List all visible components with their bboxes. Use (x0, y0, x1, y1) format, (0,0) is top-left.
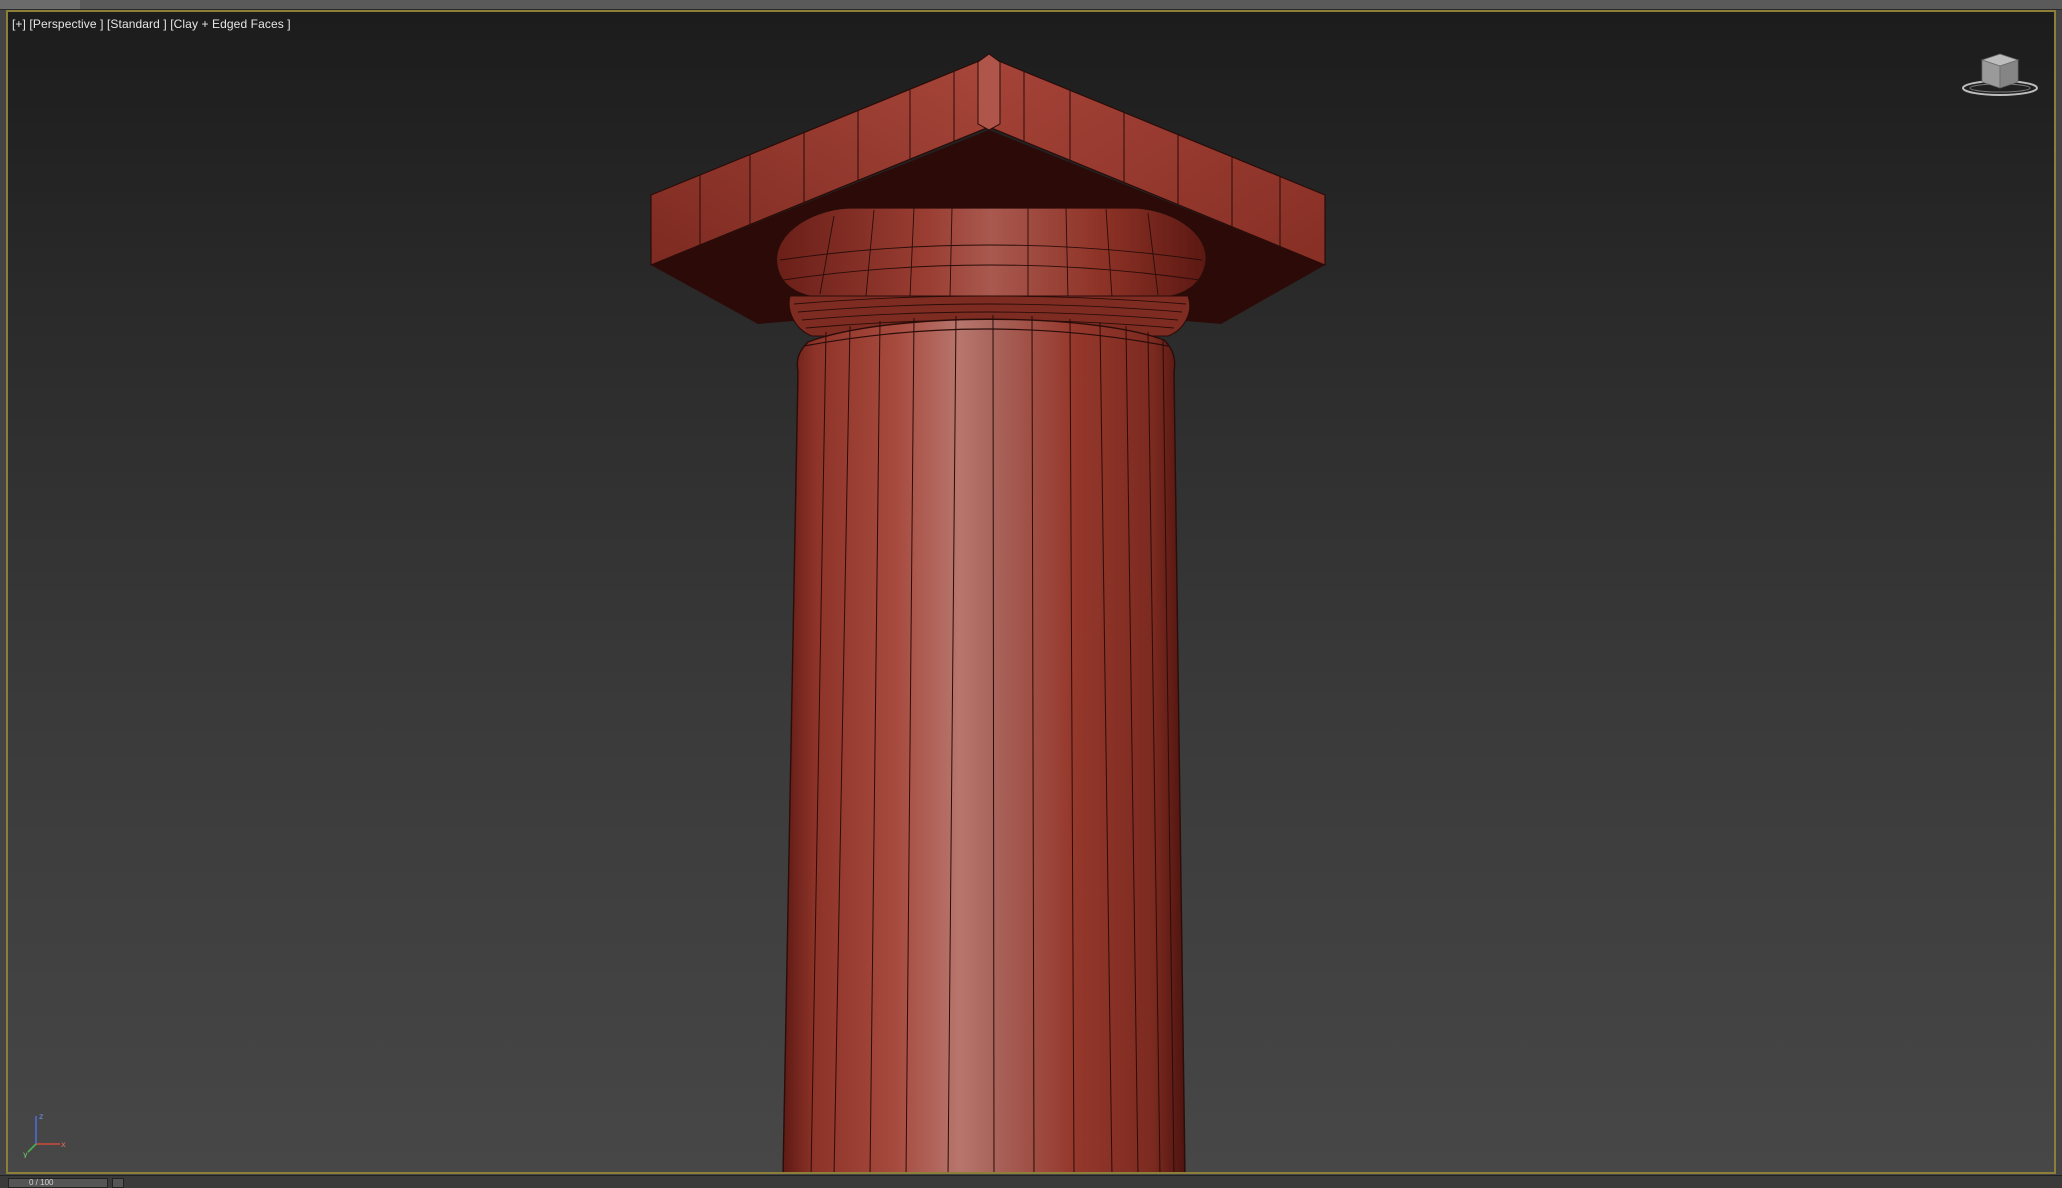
axis-tripod-icon: z x y (23, 1112, 66, 1158)
top-toolbar-strip (0, 0, 2062, 10)
column-shaft (782, 318, 1186, 1172)
time-slider-next-button[interactable] (112, 1178, 124, 1188)
viewcube-icon[interactable] (1960, 42, 2040, 102)
toolbar-tab[interactable] (0, 0, 80, 9)
viewport-style-menu[interactable]: [Clay + Edged Faces ] (170, 17, 291, 31)
scene-render[interactable] (8, 12, 2056, 1174)
viewport-window: [+] [Perspective ] [Standard ] [Clay + E… (0, 0, 2062, 1188)
viewport-plus-menu[interactable]: [+] (12, 17, 26, 31)
time-slider-frame-field[interactable]: 0 / 100 (8, 1178, 108, 1188)
timeline-status-bar: 0 / 100 (0, 1175, 2062, 1188)
abacus-corner (977, 53, 1001, 131)
viewport-label-menu[interactable]: [+] [Perspective ] [Standard ] [Clay + E… (12, 17, 291, 31)
perspective-viewport[interactable]: [+] [Perspective ] [Standard ] [Clay + E… (6, 10, 2056, 1174)
axis-y-label: y (23, 1150, 28, 1158)
axis-x-label: x (61, 1140, 66, 1149)
viewport-shading-menu[interactable]: [Standard ] (107, 17, 167, 31)
viewport-view-menu[interactable]: [Perspective ] (29, 17, 103, 31)
axis-z-label: z (39, 1112, 43, 1121)
